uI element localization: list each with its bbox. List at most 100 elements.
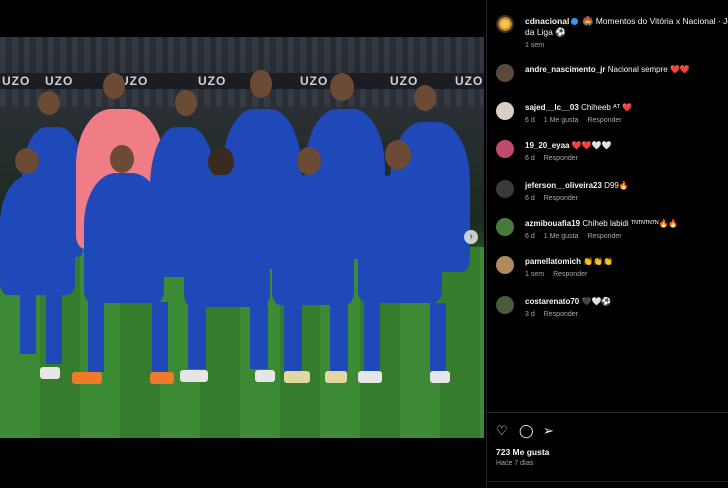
commenter-username[interactable]: pamellatomich <box>525 257 581 266</box>
banner-word: UZO <box>390 74 419 88</box>
player-leg <box>250 305 268 369</box>
comment-input-bar[interactable] <box>487 481 728 488</box>
player-boot <box>358 371 382 383</box>
comment-line: jeferson__oliveira23 D99🔥 <box>525 181 629 190</box>
comment-line: costarenato70 🖤🤍⚽ <box>525 297 611 306</box>
comment-meta-item: 6 d <box>525 195 535 202</box>
comment-line: 19_20_eyaa ❤️❤️🤍🤍 <box>525 141 612 150</box>
caption-line1: 🏟️ Momentos do Vitória x Nacional · Jorn <box>580 16 728 26</box>
player-boot <box>40 367 60 379</box>
post-photo[interactable]: UZO UZO UZO UZO UZO UZO UZO › <box>0 37 484 438</box>
reply-button[interactable]: Responder <box>544 155 578 162</box>
player-head <box>38 91 60 115</box>
commenter-username[interactable]: sajed__lc__03 <box>525 103 579 112</box>
comment-line: azmibouafia19 Chiheb labidi ᵀᴺᵀᴺᵀᴺᵀᴺ🔥🔥 <box>525 219 678 228</box>
player-head <box>175 90 197 116</box>
commenter-username[interactable]: azmibouafia19 <box>525 219 580 228</box>
player-figure <box>184 175 270 307</box>
comment-meta-item: 6 d <box>525 117 535 124</box>
commenter-avatar[interactable] <box>496 180 514 198</box>
comment-meta: 1 sem Responder <box>525 271 596 278</box>
player-leg <box>188 305 206 369</box>
player-head <box>103 73 125 99</box>
player-boot <box>284 371 310 383</box>
comment-line: sajed__lc__03 Chiheeb ᴬᵀ ❤️ <box>525 103 632 112</box>
player-head <box>297 147 321 175</box>
player-figure <box>84 173 164 303</box>
player-head <box>414 85 436 111</box>
player-head <box>15 148 39 174</box>
post-media-pane: UZO UZO UZO UZO UZO UZO UZO › <box>0 0 486 488</box>
player-leg <box>364 303 380 371</box>
player-head <box>250 70 272 98</box>
comment-text: 🖤🤍⚽ <box>581 297 612 306</box>
author-username[interactable]: cdnacional <box>525 16 569 26</box>
commenter-username[interactable]: jeferson__oliveira23 <box>525 181 602 190</box>
player-head <box>208 147 234 177</box>
comment-icon[interactable]: ◯ <box>519 423 534 439</box>
comment-text: D99🔥 <box>604 181 629 190</box>
player-leg <box>20 292 36 354</box>
player-leg <box>284 305 302 371</box>
comment-line: pamellatomich 👏👏👏 <box>525 257 613 266</box>
player-boot <box>180 370 208 382</box>
player-leg <box>430 303 446 371</box>
share-icon[interactable]: ➢ <box>543 423 554 439</box>
commenter-username[interactable]: costarenato70 <box>525 297 579 306</box>
comment-meta-item[interactable]: 1 Me gusta <box>544 233 579 240</box>
player-boot <box>325 371 347 383</box>
post-actions: ♡ ◯ ➢ 723 Me gusta Hace 7 días <box>487 412 728 488</box>
reply-button[interactable]: Responder <box>587 233 621 240</box>
commenter-avatar[interactable] <box>496 218 514 236</box>
player-figure <box>0 175 75 295</box>
reply-button[interactable]: Responder <box>553 271 587 278</box>
player-head <box>330 73 354 101</box>
commenter-avatar[interactable] <box>496 64 514 82</box>
like-count[interactable]: 723 Me gusta <box>496 447 549 457</box>
commenter-avatar[interactable] <box>496 140 514 158</box>
comment-text: Chiheeb ᴬᵀ ❤️ <box>581 103 633 112</box>
like-icon[interactable]: ♡ <box>496 423 508 439</box>
reply-button[interactable]: Responder <box>544 195 578 202</box>
player-head <box>110 145 134 173</box>
player-boot <box>150 372 174 384</box>
player-leg <box>46 292 62 364</box>
post-details-pane: cdnacional 🏟️ Momentos do Vitória x Naci… <box>486 0 728 488</box>
commenter-username[interactable]: 19_20_eyaa <box>525 141 570 150</box>
comment-meta: 6 d Responder <box>525 155 587 162</box>
comment-text: Nacional sempre ❤️❤️ <box>607 65 690 74</box>
comment-text: 👏👏👏 <box>583 257 614 266</box>
ad-banner: UZO UZO UZO UZO UZO UZO UZO <box>0 73 484 89</box>
carousel-next-icon[interactable]: › <box>464 230 478 244</box>
commenter-username[interactable]: andre_nascimento_jr <box>525 65 605 74</box>
reply-button[interactable]: Responder <box>587 117 621 124</box>
comment-text: ❤️❤️🤍🤍 <box>571 141 612 150</box>
player-figure <box>272 175 354 305</box>
author-avatar[interactable] <box>496 15 514 33</box>
comment-meta-item: 6 d <box>525 233 535 240</box>
comment-meta: 6 d Responder <box>525 195 587 202</box>
player-leg <box>88 302 104 372</box>
player-leg <box>152 302 168 372</box>
comment-meta: 6 d 1 Me gusta Responder <box>525 117 631 124</box>
commenter-avatar[interactable] <box>496 102 514 120</box>
commenter-avatar[interactable] <box>496 296 514 314</box>
caption-time: 1 sem <box>525 42 545 49</box>
player-boot <box>430 371 450 383</box>
reply-button[interactable]: Responder <box>544 311 578 318</box>
player-head <box>385 140 411 170</box>
comment-meta: 3 d Responder <box>525 311 587 318</box>
stadium-stands <box>0 37 484 107</box>
comment-meta-item[interactable]: 1 Me gusta <box>544 117 579 124</box>
comment-meta-item: 1 sem <box>525 271 545 278</box>
comment-meta-item: 3 d <box>525 311 535 318</box>
caption-line2: da Liga ⚽ <box>525 27 566 37</box>
commenter-avatar[interactable] <box>496 256 514 274</box>
player-boot <box>255 370 275 382</box>
comment-line: andre_nascimento_jr Nacional sempre ❤️❤️ <box>525 65 690 74</box>
banner-word: UZO <box>300 74 329 88</box>
player-figure <box>358 175 442 303</box>
player-boot <box>72 372 102 384</box>
banner-word: UZO <box>45 74 74 88</box>
banner-word: UZO <box>198 74 227 88</box>
